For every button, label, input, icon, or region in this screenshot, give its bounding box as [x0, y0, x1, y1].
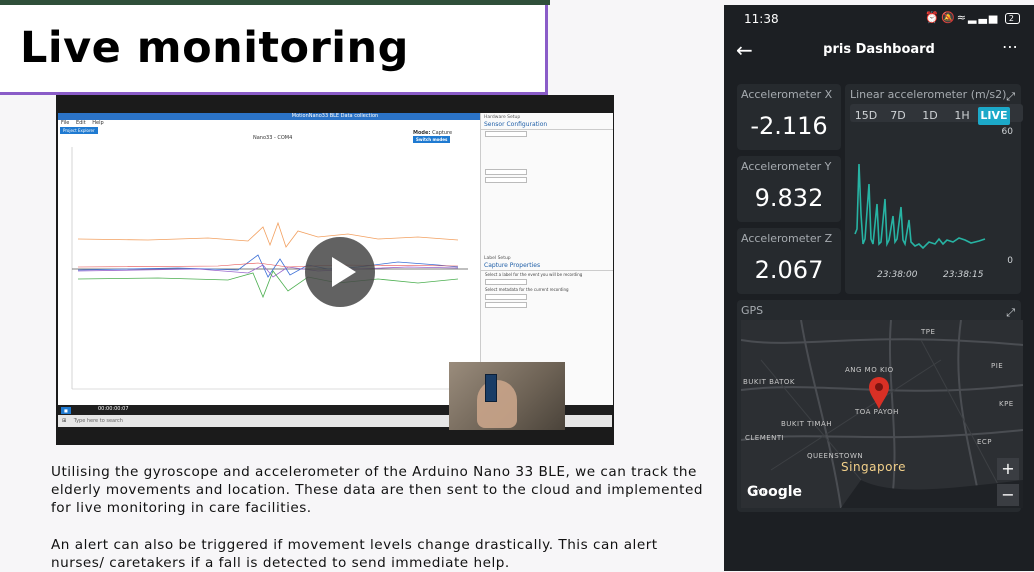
- menu-file: File: [61, 120, 70, 126]
- expand-icon[interactable]: ⤢: [1006, 306, 1015, 320]
- phone-statusbar: 11:38 ⏰🔕≈▂▃▅ 2: [724, 5, 1034, 31]
- range-live[interactable]: LIVE: [978, 107, 1010, 125]
- x-tick-2: 23:38:15: [943, 270, 984, 280]
- dashboard-header: ← pris Dashboard ⋯: [724, 35, 1034, 65]
- expand-icon[interactable]: ⤢: [1006, 90, 1015, 104]
- arduino-board-image: [485, 374, 497, 402]
- range-15d[interactable]: 15D: [850, 107, 882, 125]
- capture-row-metadata: Select metadata for the current recordin…: [485, 287, 569, 292]
- battery-icon: 2: [1004, 13, 1020, 24]
- windows-start-icon: ⊞: [62, 418, 67, 424]
- panel-row: [481, 176, 613, 184]
- phone-screen: 11:38 ⏰🔕≈▂▃▅ 2 ← pris Dashboard ⋯ Accele…: [724, 5, 1034, 571]
- panel-row: [481, 168, 613, 176]
- alarm-icon: ⏰: [925, 11, 942, 24]
- linear-label: Linear accelerometer (m/s2): [850, 88, 1007, 101]
- description-paragraph-2: An alert can also be triggered if moveme…: [51, 537, 658, 571]
- mute-icon: 🔕: [941, 11, 957, 24]
- map-pin-icon[interactable]: [867, 376, 891, 410]
- menu-help: Help: [92, 120, 104, 126]
- sensor-chart: Project Explorer Mode: Capture Switch mo…: [58, 127, 478, 405]
- panel-row: [481, 278, 613, 286]
- wifi-icon: ≈: [956, 11, 969, 24]
- panel-row: [481, 138, 613, 168]
- map-label-bukit-timah: BUKIT TIMAH: [781, 420, 833, 428]
- google-logo: Google: [747, 484, 803, 500]
- signal-icon: ▂▃▅: [968, 11, 1000, 24]
- gps-label: GPS: [741, 304, 764, 317]
- map-label-kpe: KPE: [999, 400, 1014, 408]
- map-label-amk: ANG MO KIO: [845, 366, 894, 374]
- map-label-clementi: CLEMENTI: [745, 434, 785, 442]
- acc-x-value: -2.116: [750, 112, 828, 140]
- gps-map[interactable]: ANG MO KIO TOA PAYOH BUKIT BATOK BUKIT T…: [741, 320, 1023, 508]
- taskbar-search: Type here to search: [73, 418, 123, 424]
- capture-row-label: Select a label for the event you will be…: [485, 272, 583, 277]
- acc-x-label: Accelerometer X: [741, 88, 833, 101]
- acc-z-label: Accelerometer Z: [741, 232, 833, 245]
- title-box: Live monitoring: [0, 5, 548, 95]
- play-icon[interactable]: [305, 237, 375, 307]
- gps-card: GPS ⤢ ANG MO KIO TOA PAYOH BUKIT BATOK B…: [737, 300, 1023, 512]
- zoom-out-button[interactable]: −: [997, 484, 1019, 506]
- acc-z-value: 2.067: [754, 256, 824, 284]
- panel-row: [481, 293, 613, 301]
- panel-header: Hardware Setup: [484, 115, 521, 120]
- status-icons: ⏰🔕≈▂▃▅ 2: [925, 11, 1020, 24]
- accelerometer-z-card[interactable]: Accelerometer Z 2.067: [737, 228, 841, 294]
- acc-y-value: 9.832: [754, 184, 824, 212]
- sensor-button: ■: [61, 407, 71, 414]
- panel-title: Sensor Configuration: [481, 120, 613, 130]
- description-paragraph-1: Utilising the gyroscope and acceleromete…: [51, 464, 703, 516]
- map-label-ecp: ECP: [977, 438, 993, 446]
- map-label-pie: PIE: [991, 362, 1004, 370]
- accelerometer-y-card[interactable]: Accelerometer Y 9.832: [737, 156, 841, 222]
- video-player[interactable]: MotionNano33 BLE Data collection File Ed…: [56, 95, 614, 445]
- x-tick-1: 23:38:00: [877, 270, 918, 280]
- status-time: 11:38: [744, 12, 779, 26]
- more-icon[interactable]: ⋯: [1002, 37, 1018, 56]
- y-tick-60: 60: [1001, 127, 1013, 137]
- accelerometer-x-card[interactable]: Accelerometer X -2.116: [737, 84, 841, 150]
- range-tabs: 15D 7D 1D 1H LIVE: [850, 104, 1020, 125]
- capture-title: Capture Properties: [481, 261, 613, 271]
- hand-image: [477, 380, 517, 428]
- range-1d[interactable]: 1D: [914, 107, 946, 125]
- panel-row: [481, 301, 613, 309]
- panel-row: [481, 130, 613, 138]
- map-label-tpe: TPE: [921, 328, 936, 336]
- map-label-bukit-batok: BUKIT BATOK: [743, 378, 796, 386]
- map-label-queenstown: QUEENSTOWN: [807, 452, 864, 460]
- slide-title: Live monitoring: [20, 23, 409, 73]
- acc-y-label: Accelerometer Y: [741, 160, 832, 173]
- sensor-chart-svg: [71, 147, 468, 390]
- linear-acc-sparkline: [854, 163, 986, 250]
- range-7d[interactable]: 7D: [882, 107, 914, 125]
- linear-accelerometer-card: Linear accelerometer (m/s2) 15D 7D 1D 1H LIV…: [845, 84, 1023, 294]
- menu-edit: Edit: [75, 120, 86, 126]
- zoom-in-button[interactable]: +: [997, 458, 1019, 480]
- recording-timer: 00:00:00:07: [98, 406, 129, 412]
- webcam-overlay: [449, 362, 565, 430]
- capture-header: Label Setup: [484, 256, 511, 261]
- map-city-label: Singapore: [841, 460, 907, 474]
- y-tick-0: 0: [1007, 256, 1013, 266]
- dashboard-title: pris Dashboard: [823, 42, 935, 57]
- range-1h[interactable]: 1H: [946, 107, 978, 125]
